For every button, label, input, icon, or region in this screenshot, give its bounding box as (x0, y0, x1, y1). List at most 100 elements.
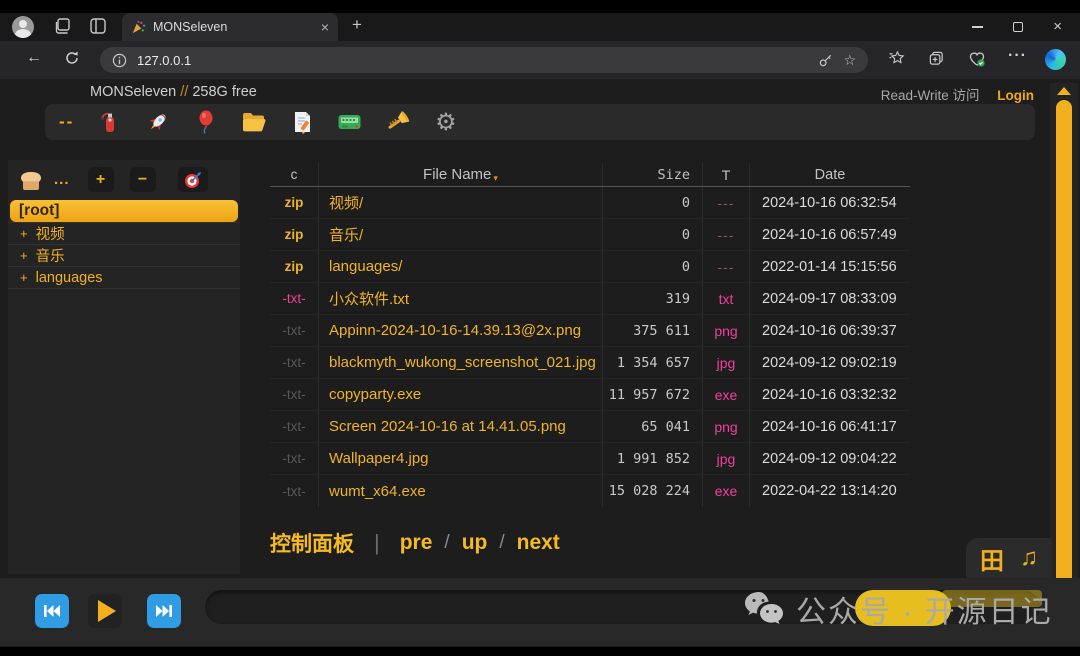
workspaces-icon[interactable] (54, 17, 72, 35)
txt-link[interactable]: -txt- (270, 411, 318, 442)
file-link[interactable]: 音乐/ (318, 219, 602, 250)
txt-link[interactable]: -txt- (270, 315, 318, 346)
prev-folder-link[interactable]: pre (400, 531, 433, 555)
breadcrumb-toggle-bread-icon[interactable] (18, 168, 44, 192)
col-header-size[interactable]: Size (602, 163, 702, 186)
previous-track-button[interactable] (35, 594, 69, 628)
screen: MONSeleven × + × ← 127.0.0.1 (0, 0, 1080, 656)
trumpet-icon[interactable] (385, 110, 410, 135)
txt-link[interactable]: -txt- (270, 347, 318, 378)
tab-close-icon[interactable]: × (321, 19, 329, 35)
browser-health-icon[interactable] (968, 50, 986, 68)
zip-link[interactable]: zip (270, 219, 318, 250)
zip-link[interactable]: zip (270, 187, 318, 218)
music-note-icon[interactable]: ♫ (1020, 544, 1038, 572)
watermark-text: 公众号 · 开源日记 (796, 587, 1053, 631)
control-panel-link[interactable]: 控制面板 (270, 528, 354, 558)
address-bar[interactable]: 127.0.0.1 ☆ (100, 47, 868, 73)
tree-item-music[interactable]: + 音乐 (8, 244, 240, 266)
file-link[interactable]: 视频/ (318, 187, 602, 218)
file-link[interactable]: copyparty.exe (318, 379, 602, 410)
tree-zoom-out-button[interactable]: − (130, 167, 156, 192)
txt-link[interactable]: -txt- (270, 283, 318, 314)
fire-extinguisher-icon[interactable] (97, 110, 122, 135)
collections-icon[interactable] (928, 50, 945, 67)
table-row: zip 音乐/ 0 --- 2024-10-16 06:57:49 (270, 219, 910, 251)
watermark: 公众号 · 开源日记 (742, 585, 1062, 637)
file-link[interactable]: 小众软件.txt (318, 283, 602, 314)
folder-icon[interactable] (241, 110, 266, 135)
profile-avatar[interactable] (12, 16, 34, 38)
rocket-icon[interactable] (145, 110, 170, 135)
favorites-hub-icon[interactable] (888, 50, 905, 67)
breadcrumb: MONSeleven // 258G free (90, 84, 257, 100)
tree-item-videos[interactable]: + 视频 (8, 222, 240, 244)
file-type: png (702, 315, 750, 346)
scrollbar-thumb[interactable] (1056, 100, 1072, 622)
tree-item-root-selected[interactable]: [root] (10, 200, 238, 222)
col-header-filename[interactable]: File Name▾ (318, 163, 602, 186)
copilot-icon[interactable] (1045, 49, 1066, 70)
tree-item-label[interactable]: languages (36, 270, 103, 286)
tab-strip: MONSeleven × + × (0, 13, 1080, 41)
file-link[interactable]: blackmyth_wukong_screenshot_021.jpg (318, 347, 602, 378)
more-menu-icon[interactable]: ··· (1008, 47, 1027, 65)
new-tab-button[interactable]: + (352, 15, 362, 35)
site-info-icon[interactable] (112, 53, 127, 68)
url-text[interactable]: 127.0.0.1 (137, 53, 808, 68)
file-link[interactable]: Wallpaper4.jpg (318, 443, 602, 474)
file-date: 2024-09-12 09:04:22 (750, 443, 910, 474)
tree-zoom-in-button[interactable]: + (88, 167, 114, 192)
grid-view-icon[interactable]: 田 (980, 541, 1004, 576)
tab-actions-icon[interactable] (89, 17, 107, 35)
login-link[interactable]: Login (997, 88, 1034, 103)
back-icon[interactable]: ← (26, 49, 42, 67)
play-button[interactable] (88, 594, 122, 628)
dashes-button[interactable]: -- (59, 112, 74, 132)
file-link[interactable]: Screen 2024-10-16 at 14.41.05.png (318, 411, 602, 442)
close-window-button[interactable]: × (1053, 22, 1062, 32)
file-size: 1 354 657 (602, 347, 702, 378)
balloon-icon[interactable] (193, 110, 218, 135)
file-type: jpg (702, 443, 750, 474)
tree-item-label[interactable]: 音乐 (36, 245, 65, 266)
file-link[interactable]: languages/ (318, 251, 602, 282)
breadcrumb-site-link[interactable]: MONSeleven (90, 84, 176, 100)
file-link[interactable]: Appinn-2024-10-16-14.39.13@2x.png (318, 315, 602, 346)
zip-link[interactable]: zip (270, 251, 318, 282)
next-track-button[interactable] (147, 594, 181, 628)
pager-icon[interactable] (337, 110, 362, 135)
txt-link[interactable]: -txt- (270, 443, 318, 474)
maximize-button[interactable] (1013, 22, 1023, 32)
col-header-date[interactable]: Date (750, 163, 910, 186)
memo-icon[interactable] (289, 110, 314, 135)
col-header-type[interactable]: T (702, 163, 750, 186)
action-toolbar: -- (45, 104, 1035, 140)
jump-to-selection-target-icon[interactable] (178, 167, 208, 192)
scroll-up-icon[interactable] (1057, 87, 1071, 95)
tab-title: MONSeleven (153, 20, 314, 34)
txt-link[interactable]: -txt- (270, 379, 318, 410)
favorite-star-icon[interactable]: ☆ (843, 52, 856, 69)
browser-tab[interactable]: MONSeleven × (122, 13, 338, 41)
favicon-party-popper-icon (131, 20, 146, 35)
password-key-icon[interactable] (818, 53, 833, 68)
col-header-c[interactable]: c (270, 163, 318, 186)
txt-link[interactable]: -txt- (270, 475, 318, 507)
slash-separator: / (499, 532, 504, 554)
file-type: --- (702, 187, 750, 218)
next-folder-link[interactable]: next (517, 531, 560, 555)
file-size: 0 (602, 219, 702, 250)
refresh-icon[interactable] (64, 50, 80, 66)
minimize-button[interactable] (972, 26, 983, 28)
file-date: 2024-10-16 06:32:54 (750, 187, 910, 218)
file-link[interactable]: wumt_x64.exe (318, 475, 602, 507)
tree-dots-label[interactable]: ... (54, 171, 70, 188)
page-scrollbar[interactable] (1050, 83, 1078, 643)
pipe-separator: | (374, 530, 380, 556)
tree-item-label[interactable]: 视频 (36, 223, 65, 244)
gear-icon[interactable]: ⚙ (433, 110, 458, 135)
up-folder-link[interactable]: up (462, 531, 488, 555)
access-level-label: Read-Write 访问 (881, 88, 980, 103)
tree-item-languages[interactable]: + languages (8, 266, 240, 288)
